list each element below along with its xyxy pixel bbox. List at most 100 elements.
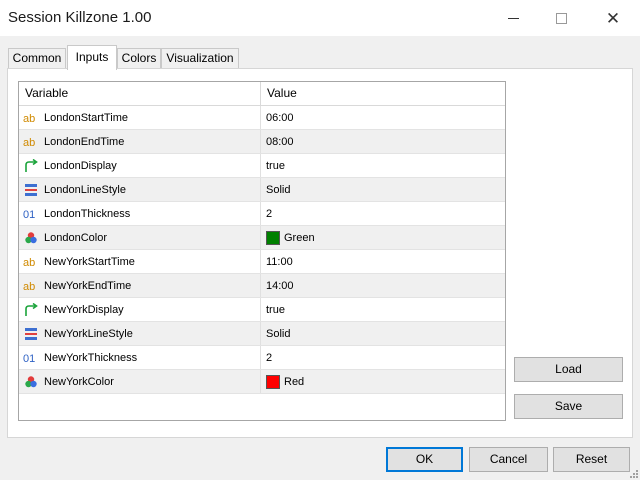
column-header-variable[interactable]: Variable [19,82,261,105]
value-cell[interactable]: Green [261,226,505,249]
maximize-button[interactable] [538,0,584,36]
variable-cell: NewYorkColor [19,370,261,393]
column-header-value[interactable]: Value [261,82,505,105]
table-row[interactable]: ab LondonEndTime 08:00 [19,130,505,154]
value-cell[interactable]: 08:00 [261,130,505,153]
table-row[interactable]: NewYorkColor Red [19,370,505,394]
table-row[interactable]: ab LondonStartTime 06:00 [19,106,505,130]
line-style-icon [23,326,39,342]
svg-text:01: 01 [23,353,35,364]
variable-name: NewYorkLineStyle [44,327,133,340]
variable-cell: NewYorkDisplay [19,298,261,321]
table-row[interactable]: LondonLineStyle Solid [19,178,505,202]
variable-value: 2 [266,207,273,220]
variable-cell: LondonColor [19,226,261,249]
variable-value: Red [284,375,305,388]
save-button[interactable]: Save [514,394,623,419]
table-row[interactable]: NewYorkDisplay true [19,298,505,322]
variable-value: 14:00 [266,279,294,292]
variable-value: true [266,159,285,172]
load-button[interactable]: Load [514,357,623,382]
svg-text:ab: ab [23,257,35,268]
variable-name: NewYorkStartTime [44,255,135,268]
variable-name: NewYorkEndTime [44,279,132,292]
table-row[interactable]: LondonColor Green [19,226,505,250]
maximize-icon [555,12,567,24]
string-icon: ab [23,134,39,150]
svg-text:ab: ab [23,281,35,292]
ok-button[interactable]: OK [386,447,463,472]
table-row[interactable]: NewYorkLineStyle Solid [19,322,505,346]
variable-cell: LondonLineStyle [19,178,261,201]
value-cell[interactable]: Solid [261,322,505,345]
bool-arrow-icon [23,302,39,318]
integer-icon: 01 [23,206,39,222]
variable-value: Solid [266,327,291,340]
variable-cell: 01 NewYorkThickness [19,346,261,369]
variable-name: LondonLineStyle [44,183,126,196]
table-row[interactable]: LondonDisplay true [19,154,505,178]
line-style-icon [23,182,39,198]
variable-value: 2 [266,351,273,364]
variable-value: 06:00 [266,111,294,124]
variable-name: LondonColor [44,231,107,244]
grid-header: Variable Value [19,82,505,106]
reset-button[interactable]: Reset [553,447,630,472]
tab-inputs[interactable]: Inputs [67,45,117,70]
svg-text:ab: ab [23,137,35,148]
value-cell[interactable]: 14:00 [261,274,505,297]
variable-cell: ab NewYorkEndTime [19,274,261,297]
resize-grip-icon[interactable] [628,468,638,478]
variable-name: LondonThickness [44,207,131,220]
minimize-icon [507,17,519,19]
variable-name: NewYorkThickness [44,351,138,364]
tab-visualization[interactable]: Visualization [161,48,239,69]
variable-value: Green [284,231,315,244]
value-cell[interactable]: Red [261,370,505,393]
variable-name: LondonDisplay [44,159,117,172]
color-icon [23,374,39,390]
variable-cell: ab NewYorkStartTime [19,250,261,273]
inputs-grid: Variable Value ab LondonStartTime 06:00 ab L… [18,81,506,421]
cancel-button[interactable]: Cancel [469,447,548,472]
minimize-button[interactable] [490,0,536,36]
table-row[interactable]: ab NewYorkStartTime 11:00 [19,250,505,274]
tab-common[interactable]: Common [8,48,66,69]
variable-name: LondonEndTime [44,135,125,148]
variable-value: 11:00 [266,255,293,268]
variable-cell: ab LondonEndTime [19,130,261,153]
window-title: Session Killzone 1.00 [8,9,152,26]
variable-cell: NewYorkLineStyle [19,322,261,345]
variable-value: 08:00 [266,135,294,148]
close-icon: ✕ [605,8,621,28]
color-icon [23,230,39,246]
string-icon: ab [23,278,39,294]
variable-cell: 01 LondonThickness [19,202,261,225]
variable-name: NewYorkDisplay [44,303,124,316]
value-cell[interactable]: 2 [261,346,505,369]
value-cell[interactable]: true [261,298,505,321]
close-button[interactable]: ✕ [590,0,636,36]
value-cell[interactable]: 11:00 [261,250,505,273]
title-bar: Session Killzone 1.00 ✕ [0,0,640,36]
variable-name: NewYorkColor [44,375,114,388]
value-cell[interactable]: 2 [261,202,505,225]
color-swatch [266,230,280,245]
variable-name: LondonStartTime [44,111,128,124]
string-icon: ab [23,110,39,126]
integer-icon: 01 [23,350,39,366]
table-row[interactable]: 01 NewYorkThickness 2 [19,346,505,370]
string-icon: ab [23,254,39,270]
table-row[interactable]: ab NewYorkEndTime 14:00 [19,274,505,298]
variable-cell: ab LondonStartTime [19,106,261,129]
color-swatch [266,374,280,389]
svg-text:01: 01 [23,209,35,220]
variable-value: true [266,303,285,316]
value-cell[interactable]: true [261,154,505,177]
tab-colors[interactable]: Colors [117,48,161,69]
variable-value: Solid [266,183,291,196]
table-row[interactable]: 01 LondonThickness 2 [19,202,505,226]
value-cell[interactable]: 06:00 [261,106,505,129]
variable-cell: LondonDisplay [19,154,261,177]
value-cell[interactable]: Solid [261,178,505,201]
